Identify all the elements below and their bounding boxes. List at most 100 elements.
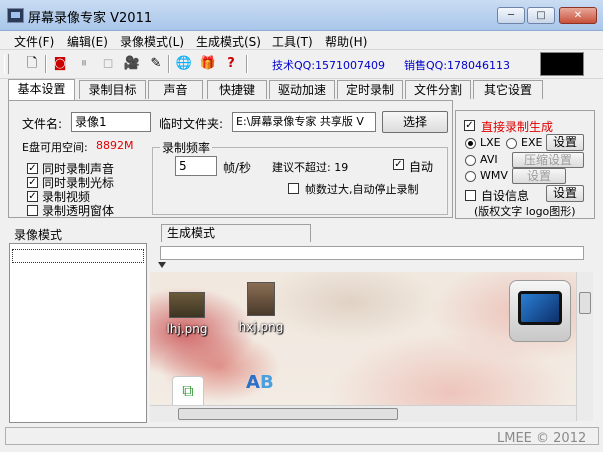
tempdir-label: 临时文件夹: (159, 117, 224, 131)
help-icon[interactable]: ? (221, 54, 241, 74)
custom-info-label: 自设信息 (481, 189, 530, 203)
font-app-icon[interactable]: AB (246, 372, 274, 393)
toolbar-separator (168, 55, 170, 73)
format-exe-radio[interactable] (506, 138, 517, 149)
direct-generate-label: 直接录制生成 (481, 120, 554, 134)
app-icon (7, 8, 24, 23)
tab-hotkeys[interactable]: 快捷键 (207, 80, 267, 99)
horizontal-scrollbar[interactable] (150, 405, 576, 422)
filename-field[interactable]: 录像1 (71, 112, 151, 132)
custom-info-settings-button[interactable]: 设置 (546, 185, 584, 202)
menu-bar: 文件(F) 编辑(E) 录像模式(L) 生成模式(S) 工具(T) 帮助(H) (0, 31, 603, 49)
record-mode-label: 录像模式 (14, 228, 63, 242)
vertical-scroll-thumb[interactable] (579, 292, 591, 314)
globe-icon[interactable]: 🌐 (174, 54, 194, 74)
compress-settings-button[interactable]: 压缩设置 (512, 152, 584, 168)
timeline-marker[interactable] (158, 262, 166, 268)
tab-file-split[interactable]: 文件分割 (405, 80, 471, 99)
format-avi-label: AVI (480, 153, 498, 166)
toolbar-separator (45, 55, 47, 73)
menu-generate-mode[interactable]: 生成模式(S) (196, 33, 261, 50)
auto-stop-checkbox[interactable] (288, 183, 299, 194)
image-thumbnail-icon (247, 282, 275, 316)
custom-info-checkbox[interactable] (465, 190, 476, 201)
desktop-file-hxj[interactable]: hxj.png (236, 282, 286, 334)
tv-screen (518, 291, 562, 325)
disk-space-value: 8892M (96, 139, 134, 152)
list-item[interactable] (12, 249, 144, 263)
basic-settings-panel: 文件名: 录像1 临时文件夹: E:\屏幕录像专家 共享版 V 选择 E盘可用空… (8, 100, 453, 218)
title-bar[interactable]: 屏幕录像专家 V2011 ─ □ ✕ (0, 0, 603, 31)
tab-basic-settings[interactable]: 基本设置 (8, 79, 75, 100)
desktop-file-label: hxj.png (238, 320, 284, 334)
format-lxe-radio[interactable] (465, 138, 476, 149)
sales-qq-link[interactable]: 销售QQ:178046113 (404, 57, 510, 73)
menu-help[interactable]: 帮助(H) (325, 33, 367, 50)
toolbar-grip[interactable] (4, 54, 9, 74)
frame-rate-field[interactable]: 5 (175, 156, 217, 176)
minimize-button[interactable]: ─ (497, 7, 525, 24)
app-shortcut-icon[interactable]: ⧉ (172, 376, 204, 408)
record-transparent-label: 录制透明窗体 (42, 204, 115, 218)
direct-generate-checkbox[interactable]: ✓ (464, 120, 475, 131)
menu-edit[interactable]: 编辑(E) (67, 33, 108, 50)
record-icon[interactable]: ◙ (50, 54, 70, 74)
tab-record-target[interactable]: 录制目标 (79, 80, 146, 99)
main-window: 屏幕录像专家 V2011 ─ □ ✕ 文件(F) 编辑(E) 录像模式(L) 生… (0, 0, 603, 452)
close-button[interactable]: ✕ (559, 7, 597, 24)
timeline-ruler[interactable] (160, 246, 584, 260)
camera-icon[interactable]: 🎥 (122, 54, 142, 74)
image-thumbnail-icon (169, 292, 205, 318)
record-cursor-checkbox[interactable]: ✓ (27, 177, 38, 188)
frame-rate-unit: 帧/秒 (223, 161, 252, 175)
desktop-file-label: lhj.png (166, 322, 208, 336)
record-video-checkbox[interactable]: ✓ (27, 191, 38, 202)
window-title: 屏幕录像专家 V2011 (28, 11, 153, 26)
desktop-file-lhj[interactable]: lhj.png (162, 292, 212, 336)
stop-icon[interactable]: ◻ (98, 54, 118, 74)
record-mode-list[interactable] (9, 243, 147, 423)
tab-other-settings[interactable]: 其它设置 (473, 80, 543, 99)
auto-label: 自动 (409, 160, 434, 174)
menu-tools[interactable]: 工具(T) (272, 33, 313, 50)
vertical-scrollbar[interactable] (576, 272, 593, 421)
suggest-label: 建议不超过: 19 (272, 161, 349, 174)
output-format-panel: ✓ 直接录制生成 LXE EXE 设置 AVI 压缩设置 WMV 设置 自设信息… (455, 110, 595, 219)
auto-checkbox[interactable]: ✓ (393, 159, 404, 170)
disk-space-label: E盘可用空间: (22, 141, 88, 154)
record-transparent-checkbox[interactable] (27, 205, 38, 216)
copyright-note: (版权文字 logo图形) (474, 205, 576, 218)
maximize-button[interactable]: □ (527, 7, 555, 24)
tab-driver-accel[interactable]: 驱动加速 (269, 80, 335, 99)
wmv-settings-button[interactable]: 设置 (512, 168, 566, 184)
toolbar-separator (246, 55, 248, 73)
record-sound-checkbox[interactable]: ✓ (27, 163, 38, 174)
tab-sound[interactable]: 声音 (148, 80, 203, 99)
preview-box (540, 52, 584, 76)
format-settings-button[interactable]: 设置 (546, 134, 584, 151)
menu-record-mode[interactable]: 录像模式(L) (120, 33, 184, 50)
tab-generate-mode[interactable]: 生成模式 (161, 224, 311, 242)
select-folder-button[interactable]: 选择 (382, 111, 448, 133)
gift-icon[interactable]: 🎁 (198, 54, 218, 74)
format-wmv-label: WMV (480, 169, 508, 182)
format-avi-radio[interactable] (465, 155, 476, 166)
tv-icon[interactable] (509, 280, 571, 342)
filename-label: 文件名: (22, 117, 63, 131)
screen-preview[interactable]: lhj.png hxj.png ⧉ AB (150, 272, 576, 421)
watermark-text: LMEE © 2012 (497, 431, 587, 446)
format-exe-label: EXE (521, 136, 543, 149)
toolbar: 🗋 ◙ ⏸ ◻ 🎥 ✎ 🌐 🎁 ? 技术QQ:1571007409 销售QQ:1… (0, 49, 603, 79)
menu-file[interactable]: 文件(F) (14, 33, 54, 50)
pencil-icon[interactable]: ✎ (146, 54, 166, 74)
tempdir-field[interactable]: E:\屏幕录像专家 共享版 V (232, 112, 376, 132)
format-wmv-radio[interactable] (465, 171, 476, 182)
tab-timed-record[interactable]: 定时录制 (337, 80, 403, 99)
format-lxe-label: LXE (480, 136, 501, 149)
frame-rate-group-label: 录制频率 (160, 139, 213, 156)
pause-icon[interactable]: ⏸ (74, 54, 94, 74)
auto-stop-label: 帧数过大,自动停止录制 (305, 183, 419, 196)
tech-qq-link[interactable]: 技术QQ:1571007409 (272, 57, 385, 73)
new-file-icon[interactable]: 🗋 (22, 54, 42, 74)
horizontal-scroll-thumb[interactable] (178, 408, 398, 420)
